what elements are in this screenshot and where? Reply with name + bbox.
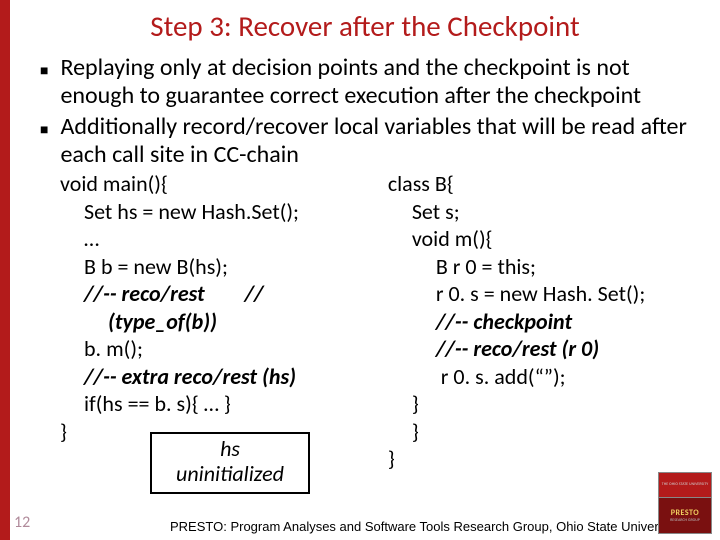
logo-group: RESEARCH GROUP [670, 518, 700, 523]
code-line: } [388, 445, 700, 473]
code-right: class B{ Set s; void m(){ B r 0 = this; … [388, 170, 700, 473]
code-line: void main(){ [60, 170, 388, 198]
code-line: (type_of(b)) [60, 308, 388, 336]
code-line: class B{ [388, 170, 700, 198]
bullet-marker: ■ [40, 122, 48, 138]
code-line: r 0. s = new Hash. Set(); [388, 280, 700, 308]
code-line: } [388, 390, 700, 418]
code-columns: void main(){ Set hs = new Hash.Set(); … … [60, 170, 700, 473]
code-left: void main(){ Set hs = new Hash.Set(); … … [60, 170, 388, 473]
annotation-line: uninitialized [152, 461, 308, 486]
university-logo: THE OHIO STATE UNIVERSITY PRESTO RESEARC… [658, 472, 712, 534]
bullet-item: ■ Additionally record/recover local vari… [40, 113, 692, 168]
logo-top: THE OHIO STATE UNIVERSITY [658, 472, 712, 498]
annotation-box: hs uninitialized [150, 432, 310, 494]
code-line: //-- extra reco/rest (hs) [60, 363, 388, 391]
code-line: //-- reco/rest // [60, 280, 388, 308]
code-line: B b = new B(hs); [60, 253, 388, 281]
bullet-marker: ■ [40, 63, 48, 79]
footer-text: PRESTO: Program Analyses and Software To… [170, 519, 678, 534]
code-line: B r 0 = this; [388, 253, 700, 281]
logo-presto: PRESTO [671, 508, 699, 518]
code-line: //-- checkpoint [388, 308, 700, 336]
code-line: Set s; [388, 198, 700, 226]
code-line: … [60, 225, 388, 253]
code-line: void m(){ [388, 225, 700, 253]
code-line: //-- reco/rest (r 0) [388, 335, 700, 363]
code-line: b. m(); [60, 335, 388, 363]
code-line: if(hs == b. s){ … } [60, 390, 388, 418]
code-line: r 0. s. add(“”); [388, 363, 700, 391]
logo-bottom: PRESTO RESEARCH GROUP [658, 498, 712, 534]
bullet-text: Replaying only at decision points and th… [60, 54, 692, 109]
bullet-text: Additionally record/recover local variab… [60, 113, 692, 168]
code-line: Set hs = new Hash.Set(); [60, 198, 388, 226]
code-line: } [388, 418, 700, 446]
annotation-line: hs [152, 436, 308, 461]
bullet-item: ■ Replaying only at decision points and … [40, 54, 692, 109]
slide-title: Step 3: Recover after the Checkpoint [10, 0, 720, 54]
page-number: 12 [14, 513, 30, 532]
bullet-list: ■ Replaying only at decision points and … [10, 54, 720, 168]
